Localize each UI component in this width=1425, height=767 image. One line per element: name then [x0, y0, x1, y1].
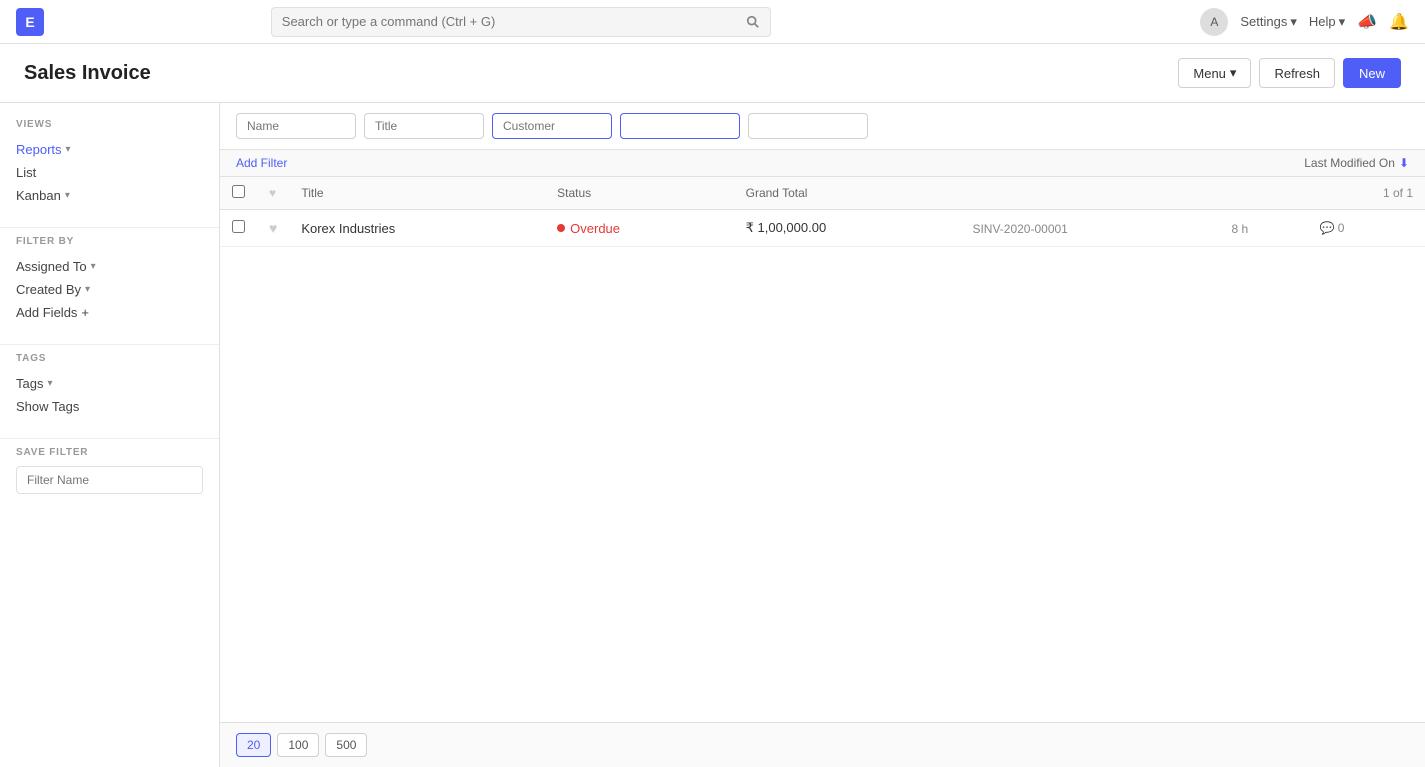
- comments-col-header: 1 of 1: [1308, 177, 1425, 210]
- time-col-header: [1219, 177, 1307, 210]
- page-size-500[interactable]: 500: [325, 733, 367, 757]
- main-wrapper: Sales Invoice Menu ▾ Refresh New VIEWS R…: [0, 44, 1425, 767]
- invoices-table: ♥ Title Status Grand Total 1 of 1: [220, 177, 1425, 247]
- help-chevron-icon: ▾: [1339, 14, 1346, 30]
- created-by-chevron-icon: ▾: [85, 284, 90, 295]
- app-logo[interactable]: E: [16, 8, 44, 36]
- filter-customer-field[interactable]: [492, 113, 612, 139]
- page-size-20[interactable]: 20: [236, 733, 271, 757]
- sidebar-divider-3: [0, 438, 219, 439]
- results-count: 1 of 1: [1383, 186, 1413, 200]
- sidebar-item-add-fields[interactable]: Add Fields +: [16, 301, 203, 324]
- filter-by-label: FILTER BY: [16, 236, 203, 247]
- list-area: Wayne Corp Add Filter Last Modified On ⬇: [220, 103, 1425, 767]
- sidebar-item-assigned-to[interactable]: Assigned To ▾: [16, 255, 203, 278]
- refresh-button[interactable]: Refresh: [1259, 58, 1335, 88]
- sidebar-item-reports[interactable]: Reports ▾: [16, 138, 203, 161]
- add-filter-button[interactable]: Add Filter: [236, 156, 287, 170]
- assigned-to-chevron-icon: ▾: [91, 261, 96, 272]
- row-record-id-cell: SINV-2020-00001: [960, 210, 1219, 247]
- filter-name-input[interactable]: [16, 466, 203, 494]
- tags-chevron-icon: ▾: [47, 378, 52, 389]
- status-dot-icon: [557, 224, 565, 232]
- status-badge: Overdue: [557, 221, 721, 236]
- sidebar-divider-1: [0, 227, 219, 228]
- table-wrapper: ♥ Title Status Grand Total 1 of 1: [220, 177, 1425, 722]
- menu-chevron-icon: ▾: [1230, 65, 1237, 81]
- search-bar[interactable]: [271, 7, 771, 37]
- fav-col-header: ♥: [257, 177, 289, 210]
- sidebar-item-created-by[interactable]: Created By ▾: [16, 278, 203, 301]
- reports-chevron-icon: ▾: [66, 144, 71, 155]
- row-time-cell: 8 h: [1219, 210, 1307, 247]
- grand-total-col-header: Grand Total: [734, 177, 961, 210]
- row-fav-cell: ♥: [257, 210, 289, 247]
- record-id-col-header: [960, 177, 1219, 210]
- topnav: E A Settings ▾ Help ▾ 📣 🔔: [0, 0, 1425, 44]
- tags-section-label: TAGS: [16, 353, 203, 364]
- select-all-checkbox[interactable]: [232, 185, 245, 198]
- views-label: VIEWS: [16, 119, 203, 130]
- sidebar-item-kanban[interactable]: Kanban ▾: [16, 184, 203, 207]
- row-grand-total-cell: ₹ 1,00,000.00: [734, 210, 961, 247]
- save-filter-label: SAVE FILTER: [16, 447, 203, 458]
- search-input[interactable]: [282, 14, 746, 29]
- table-row[interactable]: ♥ Korex Industries Overdue: [220, 210, 1425, 247]
- row-checkbox[interactable]: [232, 220, 245, 233]
- row-record-id: SINV-2020-00001: [972, 222, 1067, 236]
- content-area: VIEWS Reports ▾ List Kanban ▾ FILTER BY …: [0, 103, 1425, 767]
- row-checkbox-cell: [220, 210, 257, 247]
- row-title-cell: Korex Industries: [289, 210, 545, 247]
- sort-arrow-icon: ⬇: [1399, 156, 1409, 170]
- sidebar-item-list[interactable]: List: [16, 161, 203, 184]
- add-fields-plus-icon: +: [81, 305, 89, 320]
- bell-icon[interactable]: 🔔: [1389, 12, 1409, 32]
- menu-button[interactable]: Menu ▾: [1178, 58, 1251, 88]
- page-title: Sales Invoice: [24, 62, 151, 85]
- sidebar-item-show-tags[interactable]: Show Tags: [16, 395, 203, 418]
- sidebar-divider-2: [0, 344, 219, 345]
- page-header: Sales Invoice Menu ▾ Refresh New: [0, 44, 1425, 103]
- row-time-ago: 8 h: [1231, 222, 1248, 236]
- tags-section: TAGS Tags ▾ Show Tags: [0, 353, 219, 418]
- filter-extra-field[interactable]: [748, 113, 868, 139]
- heart-header-icon: ♥: [269, 186, 276, 200]
- row-grand-total: ₹ 1,00,000.00: [746, 220, 827, 235]
- search-icon: [746, 15, 760, 29]
- filter-bar: Wayne Corp: [220, 103, 1425, 150]
- sidebar-item-tags[interactable]: Tags ▾: [16, 372, 203, 395]
- filter-title-field[interactable]: [364, 113, 484, 139]
- table-header-row: ♥ Title Status Grand Total 1 of 1: [220, 177, 1425, 210]
- table-body: ♥ Korex Industries Overdue: [220, 210, 1425, 247]
- kanban-chevron-icon: ▾: [65, 190, 70, 201]
- settings-button[interactable]: Settings ▾: [1240, 14, 1297, 30]
- help-button[interactable]: Help ▾: [1309, 14, 1345, 30]
- row-comment-count: 💬 0: [1320, 221, 1413, 235]
- new-button[interactable]: New: [1343, 58, 1401, 88]
- select-all-col: [220, 177, 257, 210]
- status-col-header: Status: [545, 177, 733, 210]
- views-section: VIEWS Reports ▾ List Kanban ▾: [0, 119, 219, 207]
- title-col-header: Title: [289, 177, 545, 210]
- save-filter-section: SAVE FILTER: [0, 447, 219, 494]
- filter-actions-row: Add Filter Last Modified On ⬇: [220, 150, 1425, 177]
- sidebar: VIEWS Reports ▾ List Kanban ▾ FILTER BY …: [0, 103, 220, 767]
- pagination-row: 20 100 500: [220, 722, 1425, 767]
- filter-name-field[interactable]: [236, 113, 356, 139]
- last-modified-sort[interactable]: Last Modified On ⬇: [1304, 156, 1409, 170]
- row-title[interactable]: Korex Industries: [301, 221, 395, 236]
- avatar[interactable]: A: [1200, 8, 1228, 36]
- topnav-right: A Settings ▾ Help ▾ 📣 🔔: [1200, 8, 1409, 36]
- megaphone-icon[interactable]: 📣: [1357, 12, 1377, 32]
- page-size-100[interactable]: 100: [277, 733, 319, 757]
- page-actions: Menu ▾ Refresh New: [1178, 58, 1401, 88]
- row-comments-cell: 💬 0: [1308, 210, 1425, 247]
- settings-chevron-icon: ▾: [1290, 14, 1297, 30]
- row-status-cell: Overdue: [545, 210, 733, 247]
- comment-icon: 💬: [1320, 221, 1335, 235]
- filter-customer-value-field[interactable]: Wayne Corp: [620, 113, 740, 139]
- row-heart-icon[interactable]: ♥: [269, 220, 277, 236]
- filter-by-section: FILTER BY Assigned To ▾ Created By ▾ Add…: [0, 236, 219, 324]
